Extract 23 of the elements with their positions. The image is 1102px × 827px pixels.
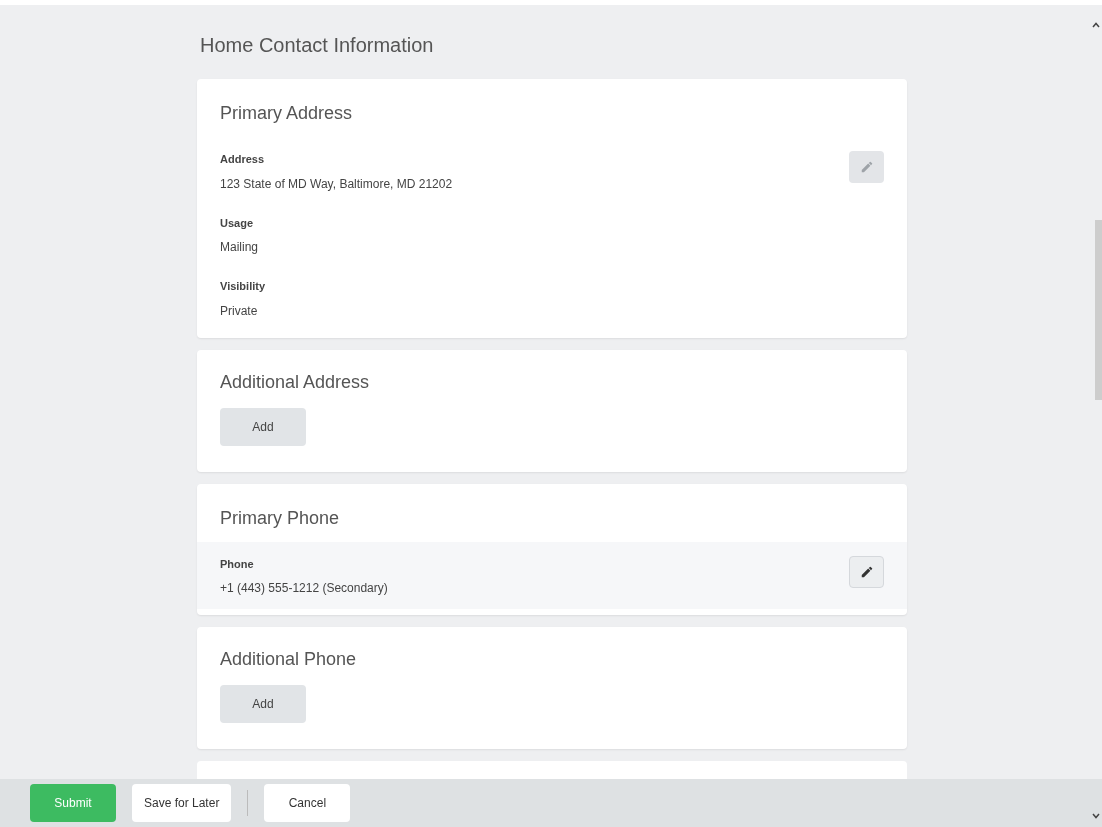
field-label: Visibility [220,279,267,294]
action-button[interactable]: Save for Later [132,784,232,822]
field-value: Private [220,302,259,320]
section-heading: Primary Phone [219,506,341,530]
add-button[interactable]: Add [220,685,306,723]
field-label: Phone [220,556,255,572]
pencil-icon [859,564,874,579]
field-value: Mailing [220,239,259,256]
field-label: Address [220,152,266,167]
field-label: Usage [220,215,255,231]
field-value: 123 State of MD Way, Baltimore, MD 21202 [220,175,453,193]
field-value: +1 (443) 555-1212 (Secondary) [220,580,388,597]
page-title: Home Contact Information [200,33,435,58]
section-heading: Additional Address [220,370,371,394]
section-heading: Additional Phone [220,648,358,671]
edit-button[interactable] [849,555,884,588]
scroll-up-icon[interactable] [1092,22,1100,28]
scrollbar-thumb[interactable] [1095,220,1102,400]
section-heading: Primary Address [219,102,354,125]
add-button[interactable]: Add [220,407,306,446]
scroll-down-icon[interactable] [1092,813,1100,819]
pencil-icon [859,160,874,174]
action-button[interactable]: Cancel [264,784,351,822]
